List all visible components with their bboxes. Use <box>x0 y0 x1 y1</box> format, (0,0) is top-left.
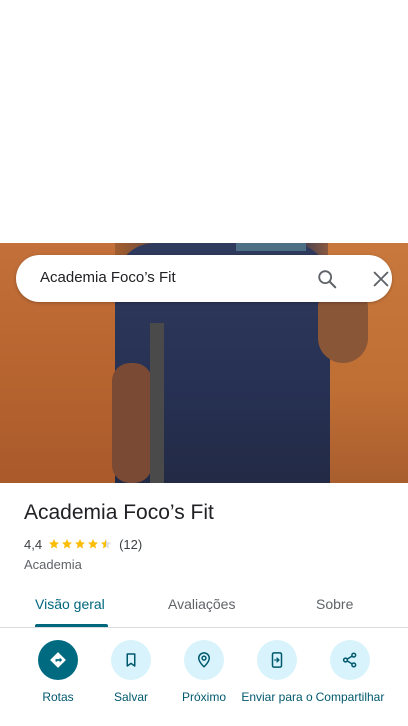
map-area-blank <box>0 0 408 243</box>
star-full-icon <box>75 539 86 549</box>
place-category: Academia <box>24 557 82 572</box>
photo-doorframe <box>150 323 164 483</box>
search-bar[interactable]: Academia Foco’s Fit <box>16 255 392 302</box>
search-icon[interactable] <box>316 268 338 290</box>
rating-value: 4,4 <box>24 536 43 552</box>
star-full-icon <box>88 539 99 549</box>
nearby-circle <box>184 640 224 680</box>
share-circle <box>330 640 370 680</box>
save-label: Salvar <box>113 690 148 704</box>
send-to-phone-circle <box>257 640 297 680</box>
share-label: Compartilhar <box>315 690 385 704</box>
tab-reviews[interactable]: Avaliações <box>168 596 235 612</box>
star-rating <box>48 538 113 550</box>
directions-label: Rotas <box>42 690 74 704</box>
send-to-phone-button[interactable]: Enviar para o <box>240 640 314 704</box>
star-full-icon <box>49 539 60 549</box>
tab-about[interactable]: Sobre <box>316 596 353 612</box>
bookmark-icon <box>126 653 136 667</box>
search-query[interactable]: Academia Foco’s Fit <box>40 269 176 286</box>
send-to-phone-icon <box>271 652 283 668</box>
star-full-icon <box>62 539 73 549</box>
share-icon <box>342 652 357 668</box>
close-icon[interactable] <box>370 268 392 290</box>
nearby-button[interactable]: Próximo <box>167 640 241 704</box>
tabs-divider <box>0 627 408 628</box>
action-buttons: Rotas Salvar Próximo Enviar para o Compa… <box>0 640 408 726</box>
save-button[interactable]: Salvar <box>94 640 168 704</box>
photo-top <box>236 243 306 251</box>
share-button[interactable]: Compartilhar <box>313 640 387 704</box>
tab-overview[interactable]: Visão geral <box>35 596 105 612</box>
review-count: (12) <box>119 536 143 552</box>
save-circle <box>111 640 151 680</box>
send-to-phone-label: Enviar para o <box>241 690 313 704</box>
photo-arm-left <box>112 363 152 483</box>
directions-circle <box>38 640 78 680</box>
nearby-icon <box>197 652 211 668</box>
nearby-label: Próximo <box>181 690 226 704</box>
place-title: Academia Foco’s Fit <box>24 501 214 524</box>
directions-icon <box>50 652 66 668</box>
rating-row[interactable]: 4,4 (12) <box>24 536 142 552</box>
directions-button[interactable]: Rotas <box>21 640 95 704</box>
tab-bar: Visão geral Avaliações Sobre <box>0 588 408 628</box>
star-half-icon <box>101 539 112 549</box>
